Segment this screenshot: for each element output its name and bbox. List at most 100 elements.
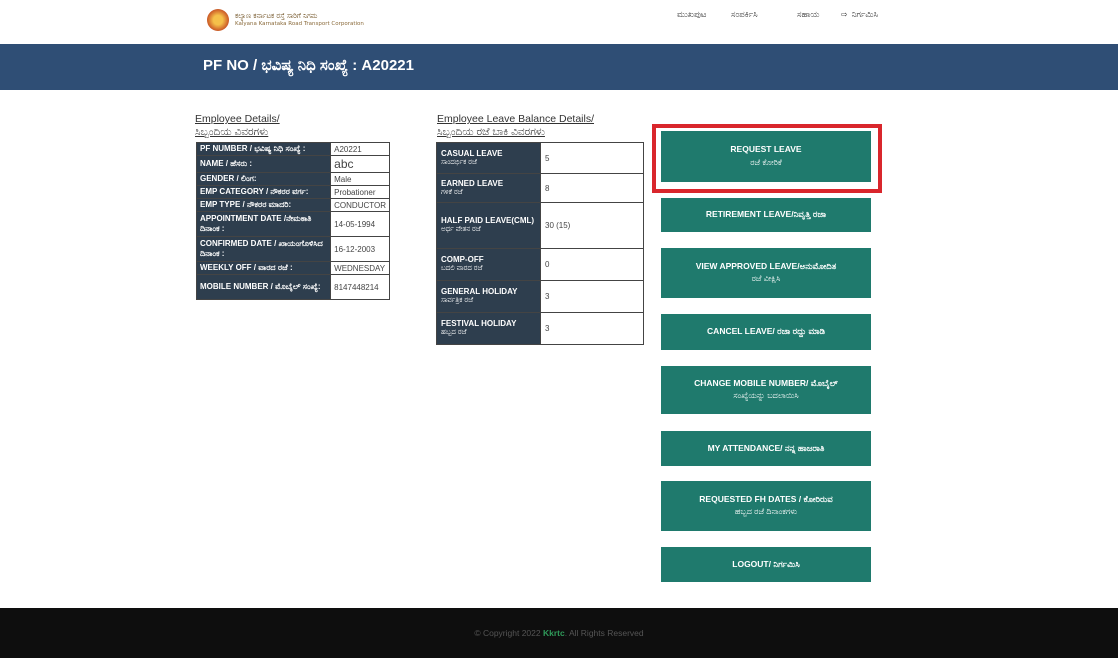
copyright-text: © Copyright 2022 Kkrtc. All Rights Reser…: [0, 628, 1118, 638]
casual-leave-label: CASUAL LEAVE ಸಾಂದರ್ಭಿಕ ರಜೆ: [436, 142, 541, 174]
logo-kannada: ಕಲ್ಯಾಣ ಕರ್ನಾಟಕ ರಸ್ತೆ ಸಾರಿಗೆ ನಿಗಮ: [235, 12, 318, 21]
earned-leave-kn: ಗಳಿಕೆ ರಜೆ: [441, 188, 463, 196]
view-approved-leave-button[interactable]: VIEW APPROVED LEAVE/ಅನುಮೋದಿತ ರಜೆ ವೀಕ್ಷಿಸ…: [661, 248, 871, 298]
nav-logout-label: ನಿರ್ಗಮಿಸಿ: [851, 10, 879, 20]
change-mobile-label-kn: ಸಂಖ್ಯೆಯನ್ನು ಬದಲಾಯಿಸಿ: [733, 391, 799, 401]
casual-leave-kn: ಸಾಂದರ್ಭಿಕ ರಜೆ: [441, 158, 477, 166]
nav-help[interactable]: ಸಹಾಯ: [797, 10, 841, 20]
table-row: APPOINTMENT DATE /ನೇಮಕಾತಿ ದಿನಾಂಕ :14-05-…: [195, 211, 390, 237]
comp-off-en: COMP-OFF: [441, 255, 484, 265]
view-approved-label-kn: ರಜೆ ವೀಕ್ಷಿಸಿ: [751, 274, 781, 284]
retirement-leave-label: RETIREMENT LEAVE/ನಿವೃತ್ತಿ ರಜಾ: [705, 209, 827, 220]
confirmed-date-label: CONFIRMED DATE / ಖಾಯಂಗೊಳಿಸಿದ ದಿನಾಂಕ :: [195, 236, 332, 262]
change-mobile-label: CHANGE MOBILE NUMBER/ ಮೊಬೈಲ್: [694, 377, 838, 388]
casual-leave-value: 5: [540, 142, 644, 174]
name-value: abc: [330, 155, 390, 173]
table-row: EMP CATEGORY / ನೌಕರರ ವರ್ಗ: Probationer: [195, 185, 390, 199]
cancel-leave-button[interactable]: CANCEL LEAVE/ ರಜಾ ರದ್ದು ಮಾಡಿ: [661, 314, 871, 350]
general-holiday-en: GENERAL HOLIDAY: [441, 287, 518, 297]
comp-off-kn: ಬದಲಿ ವಾರದ ರಜೆ: [441, 265, 483, 273]
half-paid-leave-kn: ಅರ್ಧ ವೇತನ ರಜೆ: [441, 226, 481, 234]
logout-label: LOGOUT/ ನಿರ್ಗಮಿಸಿ: [732, 558, 800, 569]
logout-button[interactable]: LOGOUT/ ನಿರ್ಗಮಿಸಿ: [661, 547, 871, 582]
earned-leave-en: EARNED LEAVE: [441, 178, 504, 188]
table-row: EMP TYPE / ನೌಕರರ ಮಾದರಿ: CONDUCTOR: [195, 198, 390, 212]
employee-details-table: PF NUMBER / ಭವಿಷ್ಯ ನಿಧಿ ಸಂಖ್ಯೆ : A20221 N…: [195, 142, 390, 300]
festival-holiday-kn: ಹಬ್ಬದ ರಜೆ: [441, 329, 467, 337]
copyright-prefix: © Copyright 2022: [474, 628, 541, 638]
leave-balance-title: Employee Leave Balance Details/ ಸಿಬ್ಬಂದಿ…: [437, 113, 657, 139]
general-holiday-kn: ಸಾರ್ವತ್ರಿಕ ರಜೆ: [441, 297, 474, 305]
retirement-leave-button[interactable]: RETIREMENT LEAVE/ನಿವೃತ್ತಿ ರಜಾ: [661, 198, 871, 232]
table-row: MOBILE NUMBER / ಮೊಬೈಲ್ ಸಂಖ್ಯೆ: 8147448214: [195, 274, 390, 300]
half-paid-leave-label: HALF PAID LEAVE(CML) ಅರ್ಧ ವೇತನ ರಜೆ: [436, 202, 541, 249]
requested-fh-label-kn: ಹಬ್ಬದ ರಜೆ ದಿನಾಂಕಗಳು: [734, 507, 798, 517]
employee-details-title-kn: ಸಿಬ್ಬಂದಿಯ ವಿವರಗಳು: [195, 126, 269, 139]
top-nav: ಮುಖಪುಟ ಸಂಪರ್ಕಿಸಿ ಸಹಾಯ ⇨ ನಿರ್ಗಮಿಸಿ: [677, 10, 921, 20]
nav-contact[interactable]: ಸಂಪರ್ಕಿಸಿ: [731, 10, 797, 20]
festival-holiday-value: 3: [540, 312, 644, 345]
kkrtc-logo[interactable]: ಕಲ್ಯಾಣ ಕರ್ನಾಟಕ ರಸ್ತೆ ಸಾರಿಗೆ ನಿಗಮ Kalyana…: [207, 5, 407, 35]
leave-balance-table: CASUAL LEAVE ಸಾಂದರ್ಭಿಕ ರಜೆ 5 EARNED LEAVE ಗ…: [436, 142, 644, 345]
table-row: GENERAL HOLIDAY ಸಾರ್ವತ್ರಿಕ ರಜೆ 3: [436, 280, 644, 313]
request-leave-label-kn: ರಜೆ ಕೋರಿಕೆ: [750, 157, 782, 167]
table-row: CONFIRMED DATE / ಖಾಯಂಗೊಳಿಸಿದ ದಿನಾಂಕ :16-…: [195, 236, 390, 262]
table-row: FESTIVAL HOLIDAY ಹಬ್ಬದ ರಜೆ 3: [436, 312, 644, 345]
table-row: EARNED LEAVE ಗಳಿಕೆ ರಜೆ 8: [436, 173, 644, 203]
cancel-leave-label: CANCEL LEAVE/ ರಜಾ ರದ್ದು ಮಾಡಿ: [707, 326, 825, 337]
page-title: PF NO / ಭವಿಷ್ಯ ನಿಧಿ ಸಂಖ್ಯೆ : A20221: [203, 57, 414, 74]
change-mobile-number-button[interactable]: CHANGE MOBILE NUMBER/ ಮೊಬೈಲ್ ಸಂಖ್ಯೆಯನ್ನು…: [661, 366, 871, 414]
table-row: NAME / ಹೆಸರು : abc: [195, 155, 390, 173]
logo-english: Kalyana Karnataka Road Transport Corpora…: [235, 20, 364, 27]
employee-details-title: Employee Details/ ಸಿಬ್ಬಂದಿಯ ವಿವರಗಳು: [195, 113, 375, 139]
casual-leave-en: CASUAL LEAVE: [441, 148, 503, 158]
my-attendance-button[interactable]: MY ATTENDANCE/ ನನ್ನ ಹಾಜರಾತಿ: [661, 431, 871, 466]
pf-number-label: PF NUMBER / ಭವಿಷ್ಯ ನಿಧಿ ಸಂಖ್ಯೆ :: [195, 142, 332, 156]
general-holiday-label: GENERAL HOLIDAY ಸಾರ್ವತ್ರಿಕ ರಜೆ: [436, 280, 541, 313]
general-holiday-value: 3: [540, 280, 644, 313]
confirmed-date-value: 16-12-2003: [330, 236, 390, 262]
emp-category-label: EMP CATEGORY / ನೌಕರರ ವರ್ಗ:: [195, 185, 332, 199]
comp-off-label: COMP-OFF ಬದಲಿ ವಾರದ ರಜೆ: [436, 248, 541, 281]
logo-text: ಕಲ್ಯಾಣ ಕರ್ನಾಟಕ ರಸ್ತೆ ಸಾರಿಗೆ ನಿಗಮ Kalyana…: [235, 12, 364, 27]
requested-fh-label: REQUESTED FH DATES / ಕೋರಿರುವ: [699, 493, 833, 504]
view-approved-label: VIEW APPROVED LEAVE/ಅನುಮೋದಿತ: [695, 260, 837, 271]
weekly-off-value: WEDNESDAY: [330, 261, 390, 275]
table-row: COMP-OFF ಬದಲಿ ವಾರದ ರಜೆ 0: [436, 248, 644, 281]
emblem-icon: [207, 9, 229, 31]
pf-number-value: A20221: [330, 142, 390, 156]
half-paid-leave-value: 30 (15): [540, 202, 644, 249]
request-leave-label: REQUEST LEAVE: [730, 144, 802, 155]
name-label: NAME / ಹೆಸರು :: [195, 155, 332, 173]
festival-holiday-label: FESTIVAL HOLIDAY ಹಬ್ಬದ ರಜೆ: [436, 312, 541, 345]
mobile-number-value: 8147448214: [330, 274, 390, 300]
mobile-number-label: MOBILE NUMBER / ಮೊಬೈಲ್ ಸಂಖ್ಯೆ:: [195, 274, 332, 300]
copyright-suffix: . All Rights Reserved: [564, 628, 644, 638]
attendance-label: MY ATTENDANCE/ ನನ್ನ ಹಾಜರಾತಿ: [707, 442, 825, 453]
employee-details-title-en: Employee Details/: [195, 113, 280, 125]
pf-banner: PF NO / ಭವಿಷ್ಯ ನಿಧಿ ಸಂಖ್ಯೆ : A20221: [0, 44, 1118, 90]
nav-logout[interactable]: ⇨ ನಿರ್ಗಮಿಸಿ: [841, 10, 921, 20]
logout-icon: ⇨: [841, 10, 848, 19]
copyright-brand[interactable]: Kkrtc: [543, 628, 565, 638]
footer: © Copyright 2022 Kkrtc. All Rights Reser…: [0, 608, 1118, 658]
requested-fh-dates-button[interactable]: REQUESTED FH DATES / ಕೋರಿರುವ ಹಬ್ಬದ ರಜೆ ದ…: [661, 481, 871, 531]
table-row: CASUAL LEAVE ಸಾಂದರ್ಭಿಕ ರಜೆ 5: [436, 142, 644, 174]
half-paid-leave-en: HALF PAID LEAVE(CML): [441, 216, 535, 226]
earned-leave-value: 8: [540, 173, 644, 203]
table-row: PF NUMBER / ಭವಿಷ್ಯ ನಿಧಿ ಸಂಖ್ಯೆ : A20221: [195, 142, 390, 156]
request-leave-button[interactable]: REQUEST LEAVE ರಜೆ ಕೋರಿಕೆ: [661, 131, 871, 182]
top-bar: ಕಲ್ಯಾಣ ಕರ್ನಾಟಕ ರಸ್ತೆ ಸಾರಿಗೆ ನಿಗಮ Kalyana…: [0, 0, 1118, 44]
leave-balance-title-en: Employee Leave Balance Details/: [437, 113, 595, 125]
appointment-date-value: 14-05-1994: [330, 211, 390, 237]
earned-leave-label: EARNED LEAVE ಗಳಿಕೆ ರಜೆ: [436, 173, 541, 203]
table-row: WEEKLY OFF / ವಾರದ ರಜೆ : WEDNESDAY: [195, 261, 390, 275]
table-row: GENDER / ಲಿಂಗ: Male: [195, 172, 390, 186]
emp-category-value: Probationer: [330, 185, 390, 199]
nav-home[interactable]: ಮುಖಪುಟ: [677, 10, 731, 20]
emp-type-label: EMP TYPE / ನೌಕರರ ಮಾದರಿ:: [195, 198, 332, 212]
gender-label: GENDER / ಲಿಂಗ:: [195, 172, 332, 186]
table-row: HALF PAID LEAVE(CML) ಅರ್ಧ ವೇತನ ರಜೆ 30 (15): [436, 202, 644, 249]
appointment-date-label: APPOINTMENT DATE /ನೇಮಕಾತಿ ದಿನಾಂಕ :: [195, 211, 332, 237]
gender-value: Male: [330, 172, 390, 186]
